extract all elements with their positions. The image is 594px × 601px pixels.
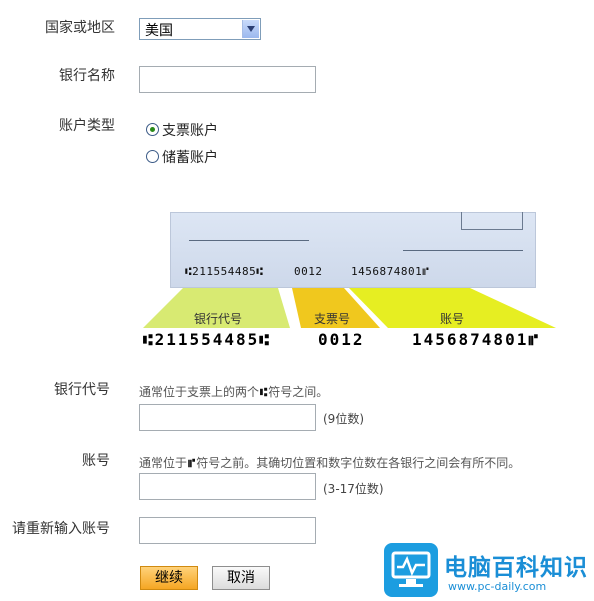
account-range: (3-17位数) <box>323 482 384 496</box>
big-micr-routing: ⑆211554485⑆ <box>143 330 271 349</box>
monitor-icon <box>391 551 431 587</box>
monitor-logo-icon <box>384 543 438 597</box>
account-label: 账号 <box>82 453 110 469</box>
big-micr-account: 1456874801⑈ <box>412 330 540 349</box>
big-micr-check: 0012 <box>318 330 365 349</box>
routing-input[interactable] <box>139 404 316 431</box>
reenter-account-input[interactable] <box>139 517 316 544</box>
reenter-account-label: 请重新输入账号 <box>12 521 110 537</box>
continue-button[interactable]: 继续 <box>140 566 198 590</box>
account-hint-before: 通常位于 <box>139 456 188 470</box>
routing-symbol-icon: ⑆ <box>260 385 268 399</box>
routing-label: 银行代号 <box>54 382 110 398</box>
band-routing-label: 银行代号 <box>194 312 243 326</box>
account-hint-after: 符号之前。其确切位置和数字位数在各银行之间会有所不同。 <box>196 456 521 470</box>
routing-hint: 通常位于支票上的两个⑆符号之间。 <box>139 383 328 400</box>
check-bands <box>143 288 556 328</box>
routing-hint-after: 符号之间。 <box>268 385 329 399</box>
band-account-label: 账号 <box>440 312 465 326</box>
account-input[interactable] <box>139 473 316 500</box>
watermark-url: www.pc-daily.com <box>448 580 547 593</box>
account-symbol-icon: ⑈ <box>188 456 196 470</box>
band-check-label: 支票号 <box>314 312 351 326</box>
cancel-button[interactable]: 取消 <box>212 566 270 590</box>
account-hint: 通常位于⑈符号之前。其确切位置和数字位数在各银行之间会有所不同。 <box>139 454 520 471</box>
routing-range: (9位数) <box>323 412 364 426</box>
routing-hint-before: 通常位于支票上的两个 <box>139 385 260 399</box>
watermark-title: 电脑百科知识 <box>444 555 588 581</box>
